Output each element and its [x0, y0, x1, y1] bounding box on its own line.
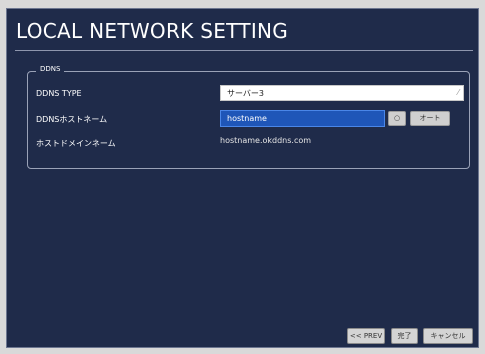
ddns-hostname-value: hostname	[227, 114, 267, 123]
ddns-hostname-input[interactable]: hostname	[220, 110, 385, 127]
title-divider	[15, 50, 473, 51]
ddns-legend: DDNS	[36, 65, 65, 73]
page-title: LOCAL NETWORK SETTING	[16, 19, 289, 43]
dropdown-arrow-icon: ⁄	[457, 88, 459, 97]
settings-window: LOCAL NETWORK SETTING DDNS DDNS TYPE サーバ…	[6, 8, 479, 348]
done-button[interactable]: 完了	[391, 328, 418, 344]
cancel-button[interactable]: キャンセル	[423, 328, 473, 344]
ddns-type-label: DDNS TYPE	[36, 89, 82, 98]
ddns-hostname-label: DDNSホストネーム	[36, 115, 108, 124]
host-domain-value: hostname.okddns.com	[220, 136, 312, 145]
ddns-type-select[interactable]: サーバー3 ⁄	[220, 85, 464, 101]
ddns-group: DDNS DDNS TYPE サーバー3 ⁄ DDNSホストネーム hostna…	[27, 65, 470, 169]
hostname-auto-button[interactable]: オート	[410, 111, 450, 126]
hostname-check-button[interactable]: ○	[388, 111, 406, 126]
ddns-type-value: サーバー3	[227, 89, 265, 98]
host-domain-label: ホストドメインネーム	[36, 139, 116, 148]
prev-button[interactable]: << PREV	[347, 328, 385, 344]
